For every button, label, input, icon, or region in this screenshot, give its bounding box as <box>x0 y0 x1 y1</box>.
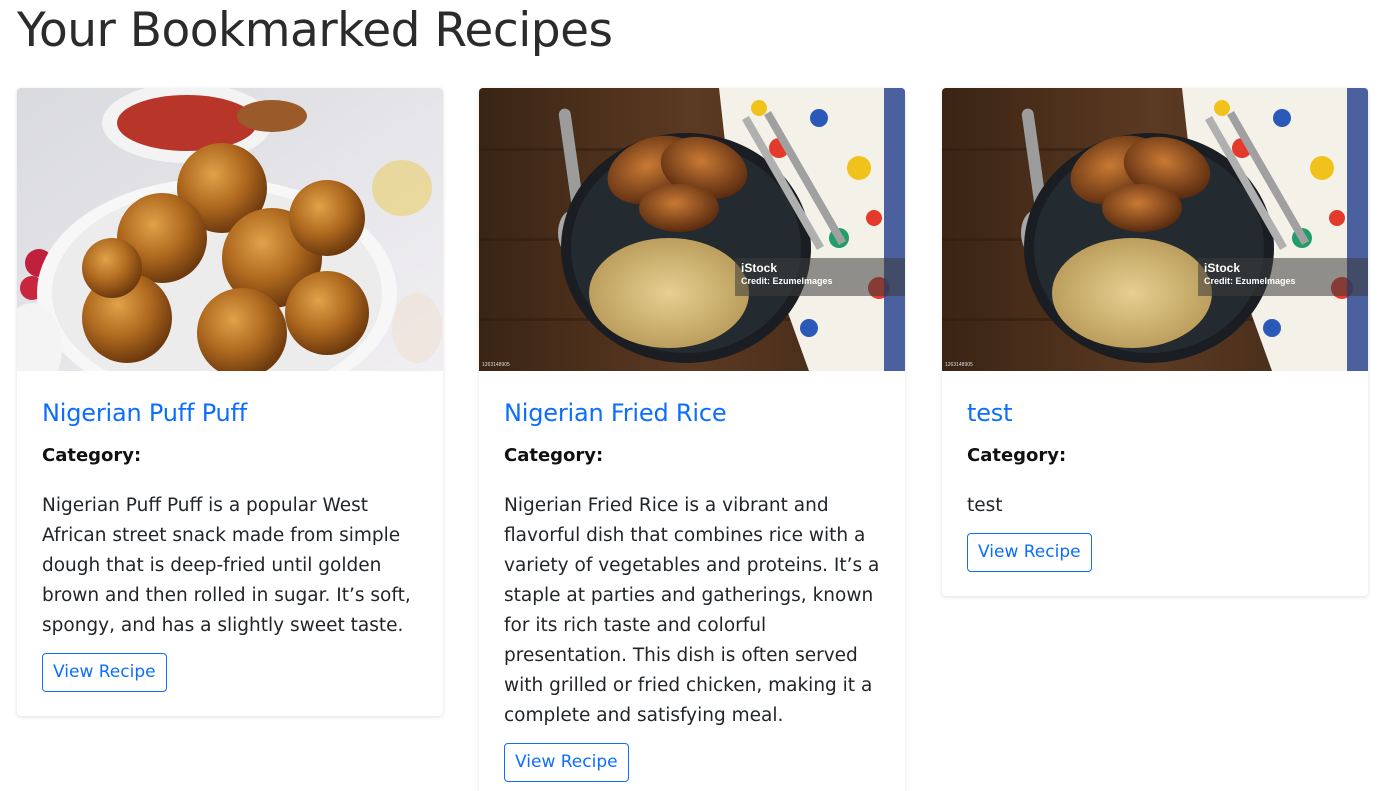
recipe-card: iStock Credit: EzumeImages 1263148905 te… <box>942 88 1368 596</box>
watermark-brand: iStock <box>741 261 778 275</box>
category-label: Category: <box>504 445 604 466</box>
recipe-title[interactable]: test <box>967 393 1343 433</box>
recipe-image-fried-rice: iStock Credit: EzumeImages 1263148905 <box>479 88 905 371</box>
recipe-card: Nigerian Puff Puff Category: Nigerian Pu… <box>17 88 443 716</box>
recipe-card: iStock Credit: EzumeImages 1263148905 Ni… <box>479 88 905 791</box>
recipe-description: Nigerian Puff Puff is a popular West Afr… <box>42 495 411 636</box>
stock-watermark: iStock Credit: EzumeImages <box>1198 258 1368 296</box>
recipe-title[interactable]: Nigerian Puff Puff <box>42 393 418 433</box>
image-id: 1263148905 <box>482 362 510 368</box>
fried-rice-photo <box>479 88 905 371</box>
category-label: Category: <box>967 445 1067 466</box>
recipe-image-puff-puff <box>17 88 443 371</box>
page-title: Your Bookmarked Recipes <box>17 3 613 58</box>
category-label: Category: <box>42 445 142 466</box>
puff-puff-photo <box>17 88 443 371</box>
view-recipe-button[interactable]: View Recipe <box>42 653 167 692</box>
stock-watermark: iStock Credit: EzumeImages <box>735 258 905 296</box>
watermark-brand: iStock <box>1204 261 1241 275</box>
recipe-image-test: iStock Credit: EzumeImages 1263148905 <box>942 88 1368 371</box>
view-recipe-button[interactable]: View Recipe <box>504 743 629 782</box>
recipe-description: Nigerian Fried Rice is a vibrant and fla… <box>504 495 880 726</box>
image-id: 1263148905 <box>945 362 973 368</box>
recipe-description: test <box>967 495 1003 516</box>
fried-rice-photo <box>942 88 1368 371</box>
view-recipe-button[interactable]: View Recipe <box>967 533 1092 572</box>
watermark-credit: Credit: EzumeImages <box>741 276 833 286</box>
watermark-credit: Credit: EzumeImages <box>1204 276 1296 286</box>
recipe-title[interactable]: Nigerian Fried Rice <box>504 393 880 433</box>
